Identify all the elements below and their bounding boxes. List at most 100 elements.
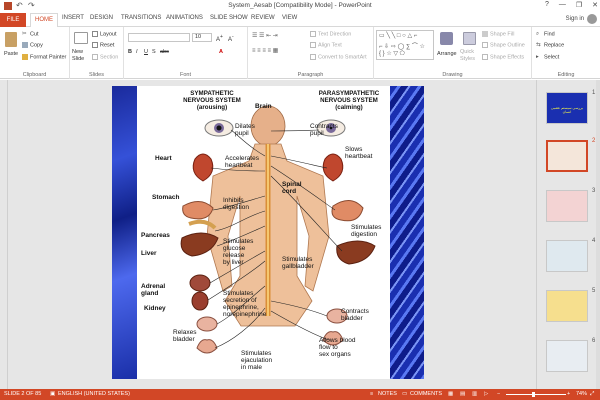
tab-view[interactable]: VIEW — [282, 15, 297, 21]
gallbladder-label: Stimulates gallbladder — [282, 256, 314, 270]
slide-thumbnail-5[interactable] — [546, 290, 588, 322]
gallbladder-line-2: gallbladder — [282, 263, 314, 270]
contracts-pupil-label: Contracts pupil — [310, 123, 338, 137]
zoom-slider-thumb[interactable] — [532, 392, 535, 397]
tab-home[interactable]: HOME — [30, 13, 58, 28]
inhibits-line-2: digestion — [223, 204, 250, 211]
sympathetic-title: SYMPATHETIC — [190, 90, 234, 97]
tab-insert[interactable]: INSERT — [62, 15, 84, 21]
left-scroll-bar[interactable] — [0, 80, 8, 389]
slide-thumbnail-6[interactable] — [546, 340, 588, 372]
section-button[interactable]: Section — [100, 54, 118, 60]
tab-transitions[interactable]: TRANSITIONS — [121, 15, 161, 21]
blood-flow-label: Allows blood flow to sex organs — [319, 337, 356, 358]
slide-sorter-icon[interactable]: ▤ — [460, 391, 465, 397]
grow-font-button[interactable]: A+ — [216, 34, 223, 43]
tab-file[interactable]: FILE — [0, 13, 26, 27]
arrange-icon[interactable] — [440, 32, 453, 45]
tab-design[interactable]: DESIGN — [90, 15, 113, 21]
slows-line-2: heartbeat — [345, 153, 373, 160]
layout-button[interactable]: Layout — [100, 31, 117, 37]
shadow-button[interactable]: S — [152, 49, 156, 55]
tab-animations[interactable]: ANIMATIONS — [166, 15, 203, 21]
font-group: 10 A+ A- B I U S abc A Font — [124, 27, 248, 79]
slide-thumbnail-1[interactable]: بررسی سیستم عصبی انسان — [546, 92, 588, 124]
close-button[interactable]: ✕ — [592, 1, 598, 9]
bullets-button[interactable]: ☰ ☰ ⇤ ⇥ — [252, 32, 278, 39]
copy-icon — [22, 42, 28, 48]
arrange-button[interactable]: Arrange — [437, 51, 457, 57]
help-button[interactable]: ? — [545, 1, 549, 9]
reading-view-icon[interactable]: ▥ — [472, 391, 477, 397]
quick-styles-icon[interactable] — [463, 32, 476, 45]
language-indicator[interactable]: ENGLISH (UNITED STATES) — [58, 391, 130, 397]
find-button[interactable]: Find — [544, 31, 555, 37]
status-bar: SLIDE 2 OF 85 ▣ ENGLISH (UNITED STATES) … — [0, 389, 600, 400]
shapes-gallery[interactable]: ▭ ╲ ╲ □ ○ △ ⌐ ⌐ ⇩ ⇨ ◯ ∑ ⌒ ☆ { } ☆ ▽ ⬠ — [376, 30, 434, 60]
replace-button[interactable]: Replace — [544, 42, 564, 48]
copy-button[interactable]: Copy — [30, 42, 43, 48]
paste-icon[interactable] — [5, 32, 17, 47]
new-slide-icon[interactable] — [74, 32, 88, 44]
shrink-font-button[interactable]: A- — [228, 34, 234, 43]
zoom-out-button[interactable]: − — [497, 391, 500, 397]
zoom-in-button[interactable]: + — [567, 391, 570, 397]
cut-icon: ✂ — [22, 31, 27, 37]
slideshow-icon[interactable]: ▷ — [484, 391, 488, 397]
quick-styles-button[interactable]: Quick Styles — [460, 49, 480, 63]
font-name-combo[interactable] — [128, 33, 190, 42]
avatar[interactable] — [587, 14, 597, 24]
restore-button[interactable]: ❐ — [576, 1, 582, 9]
tab-slide-show[interactable]: SLIDE SHOW — [210, 15, 248, 21]
tab-review[interactable]: REVIEW — [251, 15, 275, 21]
dilates-line-1: Dilates — [235, 123, 255, 130]
slide-thumbnail-4[interactable] — [546, 240, 588, 272]
comments-button[interactable]: COMMENTS — [410, 391, 442, 397]
shape-outline-button[interactable]: Shape Outline — [490, 42, 525, 48]
accelerates-line-2: heartbeat — [225, 162, 253, 169]
zoom-slider[interactable] — [506, 394, 566, 395]
text-direction-button[interactable]: Text Direction — [318, 31, 351, 37]
adrenal-gland-label: Adrenal gland — [141, 283, 165, 297]
replace-icon: ⇆ — [536, 42, 541, 48]
smartart-button[interactable]: Convert to SmartArt — [318, 54, 367, 60]
select-button[interactable]: Select — [544, 54, 559, 60]
notes-button[interactable]: NOTES — [378, 391, 397, 397]
paste-button[interactable]: Paste — [4, 51, 18, 57]
strikethrough-button[interactable]: abc — [160, 49, 169, 55]
thumb-title-text: بررسی سیستم عصبی انسان — [551, 106, 583, 114]
new-slide-button[interactable]: New Slide — [72, 49, 92, 63]
heart-label: Heart — [155, 155, 172, 162]
italic-button[interactable]: I — [136, 49, 138, 55]
fit-slide-icon[interactable]: ⤢ — [590, 391, 594, 398]
font-size-combo[interactable]: 10 — [192, 33, 212, 42]
minimize-button[interactable]: — — [559, 1, 566, 9]
reset-button[interactable]: Reset — [100, 42, 114, 48]
bold-button[interactable]: B — [128, 49, 132, 55]
format-painter-button[interactable]: Format Painter — [30, 54, 66, 60]
normal-view-icon[interactable]: ▦ — [448, 391, 453, 397]
font-color-button[interactable]: A — [219, 49, 223, 55]
slide-thumbnail-2[interactable] — [546, 140, 588, 172]
sympathetic-header: SYMPATHETIC NERVOUS SYSTEM (arousing) — [177, 90, 247, 111]
adrenal-line-1: Adrenal — [141, 283, 166, 290]
align-buttons[interactable]: ≡ ≡ ≡ ≡ ▦ — [252, 47, 278, 54]
vertical-scroll-bar[interactable] — [596, 80, 600, 389]
text-direction-icon — [310, 31, 316, 37]
sign-in-link[interactable]: Sign in — [566, 16, 584, 22]
reset-icon — [92, 42, 98, 48]
shape-effects-button[interactable]: Shape Effects — [490, 54, 524, 60]
underline-button[interactable]: U — [144, 49, 148, 55]
shape-fill-button[interactable]: Shape Fill — [490, 31, 514, 37]
slide-thumbnail-3[interactable] — [546, 190, 588, 222]
editing-group: ⌕ Find ⇆ Replace ▸ Select Editing — [532, 27, 600, 79]
parasympathetic-subtitle: NERVOUS SYSTEM — [320, 97, 378, 104]
editing-label: Editing — [557, 72, 575, 78]
zoom-level[interactable]: 74% — [576, 391, 587, 397]
slide-canvas[interactable]: SYMPATHETIC NERVOUS SYSTEM (arousing) PA… — [112, 86, 424, 379]
pancreas-label: Pancreas — [141, 232, 170, 239]
align-text-button[interactable]: Align Text — [318, 42, 342, 48]
slide-number-3: 3 — [592, 188, 596, 194]
cut-button[interactable]: Cut — [30, 31, 39, 37]
spellcheck-icon[interactable]: ▣ — [50, 391, 55, 397]
